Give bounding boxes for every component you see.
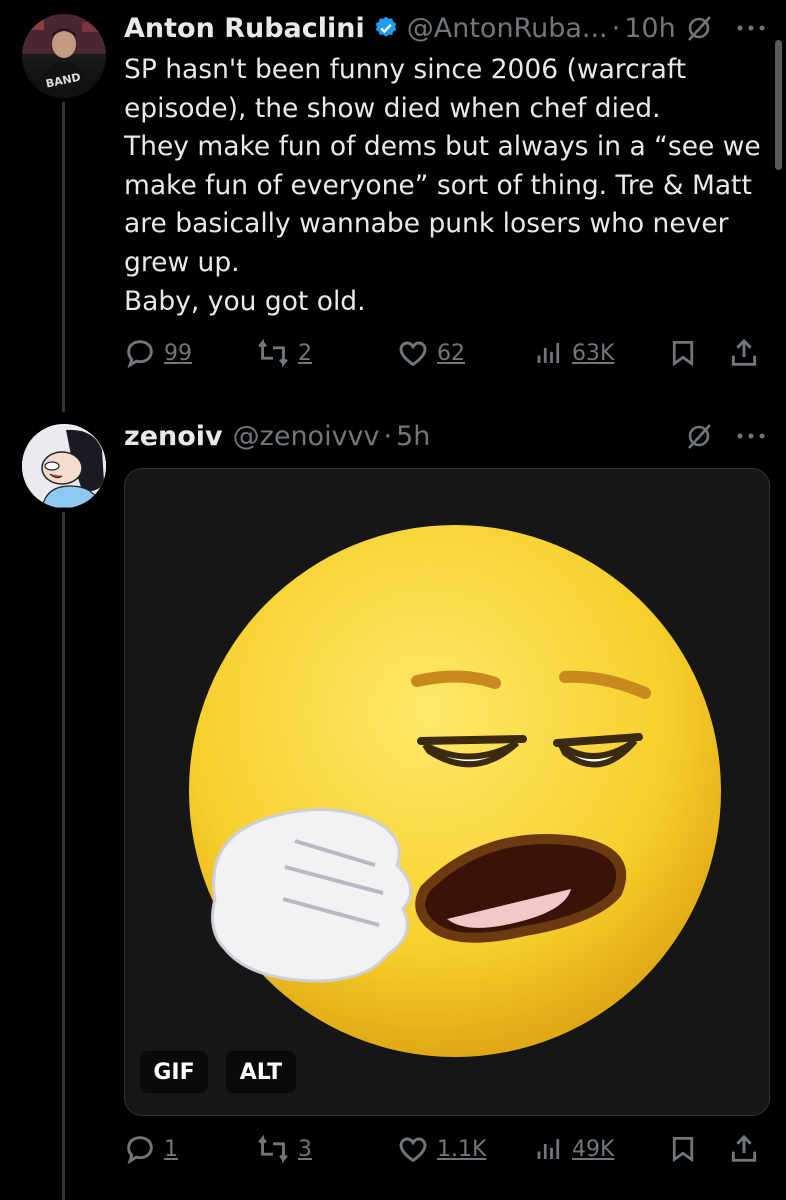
like-count: 62 (437, 340, 465, 366)
display-name[interactable]: Anton Rubaclini (124, 13, 365, 44)
repost-icon (258, 338, 288, 368)
share-icon (731, 1134, 757, 1162)
display-name[interactable]: zenoiv (124, 421, 223, 452)
views-button[interactable]: 63K (534, 333, 614, 373)
grok-icon[interactable] (684, 421, 714, 451)
views-button[interactable]: 49K (534, 1129, 614, 1169)
handle[interactable]: @zenoivvv (233, 421, 380, 452)
bookmark-icon (672, 1137, 694, 1163)
tweet-actions: 99 2 62 63K (124, 333, 766, 373)
avatar-image: BAND (22, 14, 106, 98)
repost-count: 2 (298, 340, 312, 366)
tweet-header: zenoiv @zenoivvv · 5h (124, 416, 766, 456)
avatar[interactable]: BAND (22, 14, 106, 98)
alt-text-button[interactable]: ALT (226, 1051, 296, 1093)
repost-button[interactable]: 3 (256, 1129, 312, 1169)
separator: · (611, 12, 621, 44)
like-count: 1.1K (437, 1136, 487, 1162)
more-icon[interactable] (736, 431, 766, 441)
scrollbar[interactable] (775, 40, 782, 170)
tweet-actions: 1 3 1.1K 49K (124, 1129, 766, 1169)
tweet-text-line: They make fun of dems but always in a “s… (124, 131, 761, 163)
share-icon (731, 338, 757, 366)
avatar-image (22, 424, 106, 508)
share-button[interactable] (728, 1129, 760, 1169)
avatar[interactable] (22, 424, 106, 508)
handle[interactable]: @AntonRuba... (407, 13, 608, 44)
like-icon (399, 1137, 427, 1163)
like-button[interactable]: 62 (397, 333, 465, 373)
reply-button[interactable]: 99 (124, 333, 192, 373)
gif-badge: GIF (140, 1051, 208, 1093)
reply-icon (127, 1136, 153, 1165)
tweet-text-line: make fun of everyone” sort of thing. Tre… (124, 169, 752, 201)
view-count: 63K (572, 340, 615, 366)
reply-count: 99 (164, 340, 192, 366)
grok-icon[interactable] (684, 13, 714, 43)
timestamp[interactable]: 10h (624, 13, 675, 44)
reply-count: 1 (164, 1136, 178, 1162)
verified-badge-icon[interactable] (373, 15, 399, 41)
tweet-text-line: SP hasn't been funny since 2006 (warcraf… (124, 54, 687, 85)
repost-count: 3 (298, 1136, 312, 1162)
tweet-text-line: Baby, you got old. (124, 285, 366, 317)
thread-line (62, 512, 65, 1200)
views-icon (537, 343, 560, 363)
gif-media[interactable] (124, 468, 770, 1116)
share-button[interactable] (728, 333, 760, 373)
tweet-text: SP hasn't been funny since 2006 (warcraf… (124, 51, 764, 321)
timestamp[interactable]: 5h (396, 421, 430, 452)
reply-icon (127, 340, 153, 369)
repost-icon (258, 1134, 288, 1164)
tweet-text-line: are basically wannabe punk losers who ne… (124, 208, 729, 240)
reply-button[interactable]: 1 (124, 1129, 178, 1169)
view-count: 49K (572, 1136, 615, 1162)
thread-line (62, 102, 65, 412)
bookmark-button[interactable] (668, 1129, 698, 1169)
separator: · (383, 420, 393, 452)
bookmark-icon (672, 341, 694, 367)
like-button[interactable]: 1.1K (397, 1129, 486, 1169)
views-icon (537, 1139, 560, 1159)
tweet-text-line: episode), the show died when chef died. (124, 92, 661, 124)
bookmark-button[interactable] (668, 333, 698, 373)
tweet-header: Anton Rubaclini @AntonRuba... · 10h (124, 8, 766, 48)
more-icon[interactable] (736, 23, 766, 33)
like-icon (399, 341, 427, 367)
tired-emoji-gif (125, 469, 769, 1115)
tweet-text-line: grew up. (124, 246, 240, 278)
repost-button[interactable]: 2 (256, 333, 312, 373)
